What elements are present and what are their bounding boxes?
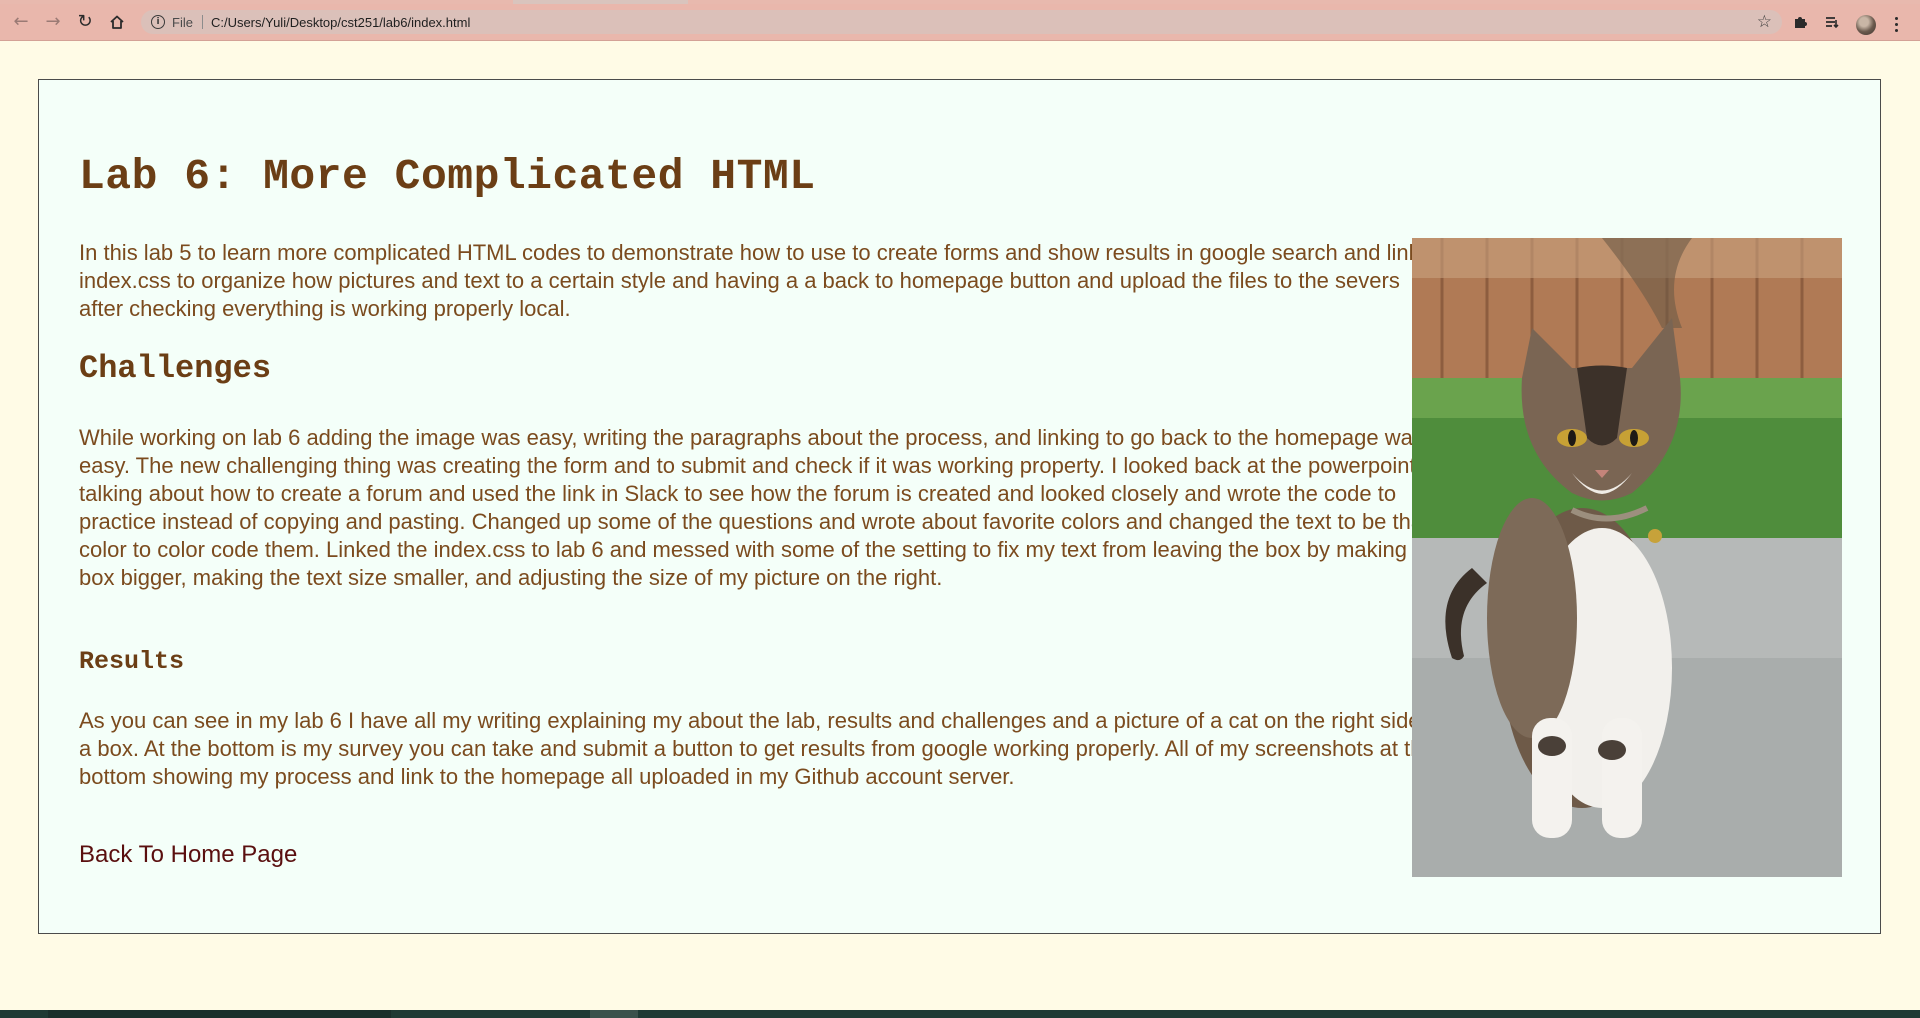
home-icon[interactable] bbox=[105, 10, 129, 34]
browser-toolbar: ← → ↻ i File C:/Users/Yuli/Desktop/cst25… bbox=[0, 4, 1920, 41]
omnibox-divider bbox=[201, 15, 203, 29]
forward-arrow-icon[interactable]: → bbox=[41, 10, 65, 34]
content-box: Lab 6: More Complicated HTML In this lab… bbox=[38, 79, 1881, 934]
profile-avatar[interactable] bbox=[1856, 15, 1876, 35]
back-arrow-icon[interactable]: ← bbox=[9, 10, 33, 34]
results-heading: Results bbox=[79, 647, 185, 676]
puzzle-icon[interactable] bbox=[1788, 10, 1812, 34]
challenges-heading: Challenges bbox=[79, 350, 272, 387]
info-icon[interactable]: i bbox=[151, 15, 165, 29]
taskbar-segment bbox=[48, 1010, 391, 1018]
star-icon[interactable]: ☆ bbox=[1757, 12, 1772, 32]
kebab-menu-icon[interactable] bbox=[1888, 12, 1904, 36]
taskbar-segment bbox=[590, 1010, 638, 1018]
url-text[interactable]: C:/Users/Yuli/Desktop/cst251/lab6/index.… bbox=[211, 15, 470, 30]
address-bar[interactable]: i File C:/Users/Yuli/Desktop/cst251/lab6… bbox=[141, 10, 1782, 34]
intro-paragraph: In this lab 5 to learn more complicated … bbox=[79, 240, 1450, 321]
reading-list-icon[interactable] bbox=[1820, 10, 1844, 34]
reload-icon[interactable]: ↻ bbox=[73, 10, 97, 34]
cat-photo bbox=[1412, 238, 1842, 877]
taskbar bbox=[0, 1010, 1920, 1018]
challenges-paragraph: While working on lab 6 adding the image … bbox=[79, 425, 1444, 590]
back-to-home-link[interactable]: Back To Home Page bbox=[79, 841, 297, 869]
results-paragraph: As you can see in my lab 6 I have all my… bbox=[79, 708, 1444, 789]
cat-photo-illustration bbox=[1412, 238, 1842, 877]
scheme-label: File bbox=[172, 14, 193, 30]
page-title: Lab 6: More Complicated HTML bbox=[79, 152, 816, 201]
